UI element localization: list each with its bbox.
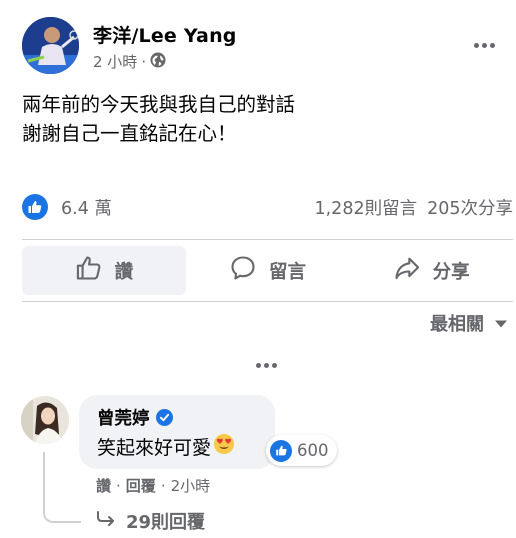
sort-label: 最相關 (430, 314, 484, 335)
share-icon (393, 254, 421, 287)
author-avatar[interactable] (22, 17, 79, 74)
comment-like-link[interactable]: 讚 (96, 475, 111, 496)
more-options-button[interactable] (466, 33, 502, 57)
commenter-name[interactable]: 曾莞婷 (97, 405, 150, 430)
post-text-line: 兩年前的今天我與我自己的對話 (22, 93, 296, 116)
comment-reaction-count: 600 (297, 441, 329, 460)
like-reaction-icon[interactable] (22, 194, 48, 220)
action-bar: 讚 留言 分享 (22, 246, 513, 295)
comment-actions: 讚 · 回覆 · 2小時 (96, 475, 210, 496)
post-text: 兩年前的今天我與我自己的對話 謝謝自己一直銘記在心！ (22, 90, 295, 148)
share-count[interactable]: 205次分享 (427, 195, 513, 220)
post-meta: 2 小時 · (93, 51, 166, 72)
view-replies-link[interactable]: 29則回覆 (96, 508, 205, 534)
meta-separator: · (160, 476, 166, 495)
divider (22, 301, 513, 302)
comment-time[interactable]: 2小時 (171, 475, 211, 496)
like-reaction-icon (270, 439, 292, 462)
view-more-comments-icon[interactable] (254, 363, 278, 368)
reply-thread-line (43, 452, 81, 523)
comment-reply-link[interactable]: 回覆 (126, 475, 156, 496)
like-icon (75, 254, 103, 287)
post-stats: 6.4 萬 1,282則留言 205次分享 (22, 193, 513, 221)
comment-icon (229, 254, 257, 287)
post-text-line: 謝謝自己一直銘記在心！ (22, 122, 237, 145)
commenter-avatar[interactable] (21, 396, 69, 444)
like-button[interactable]: 讚 (22, 246, 186, 295)
more-icon (472, 42, 496, 48)
comment-button-label: 留言 (269, 261, 307, 283)
comment-reaction-badge[interactable]: 600 (266, 435, 337, 466)
like-count[interactable]: 6.4 萬 (61, 195, 112, 220)
heart-eyes-emoji (213, 433, 235, 460)
globe-icon (150, 52, 166, 72)
author-name[interactable]: 李洋/Lee Yang (93, 21, 237, 48)
reply-arrow-icon (96, 510, 116, 532)
replies-count-label: 29則回覆 (126, 512, 206, 533)
meta-separator: · (116, 476, 121, 495)
comment-bubble: 曾莞婷 笑起來好可愛 (79, 395, 275, 469)
like-button-label: 讚 (114, 261, 134, 283)
divider (22, 239, 513, 240)
comment-text: 笑起來好可愛 (97, 437, 212, 459)
comment-sort-dropdown[interactable]: 最相關 (430, 310, 508, 336)
post-time[interactable]: 2 小時 (93, 51, 137, 72)
comment-button[interactable]: 留言 (186, 246, 350, 295)
share-button-label: 分享 (432, 261, 470, 283)
post-header: 李洋/Lee Yang 2 小時 · (22, 17, 502, 75)
share-button[interactable]: 分享 (349, 246, 513, 295)
verified-icon (155, 409, 173, 426)
comment-count[interactable]: 1,282則留言 (314, 195, 417, 220)
chevron-down-icon (494, 313, 508, 334)
meta-separator: · (141, 52, 147, 71)
